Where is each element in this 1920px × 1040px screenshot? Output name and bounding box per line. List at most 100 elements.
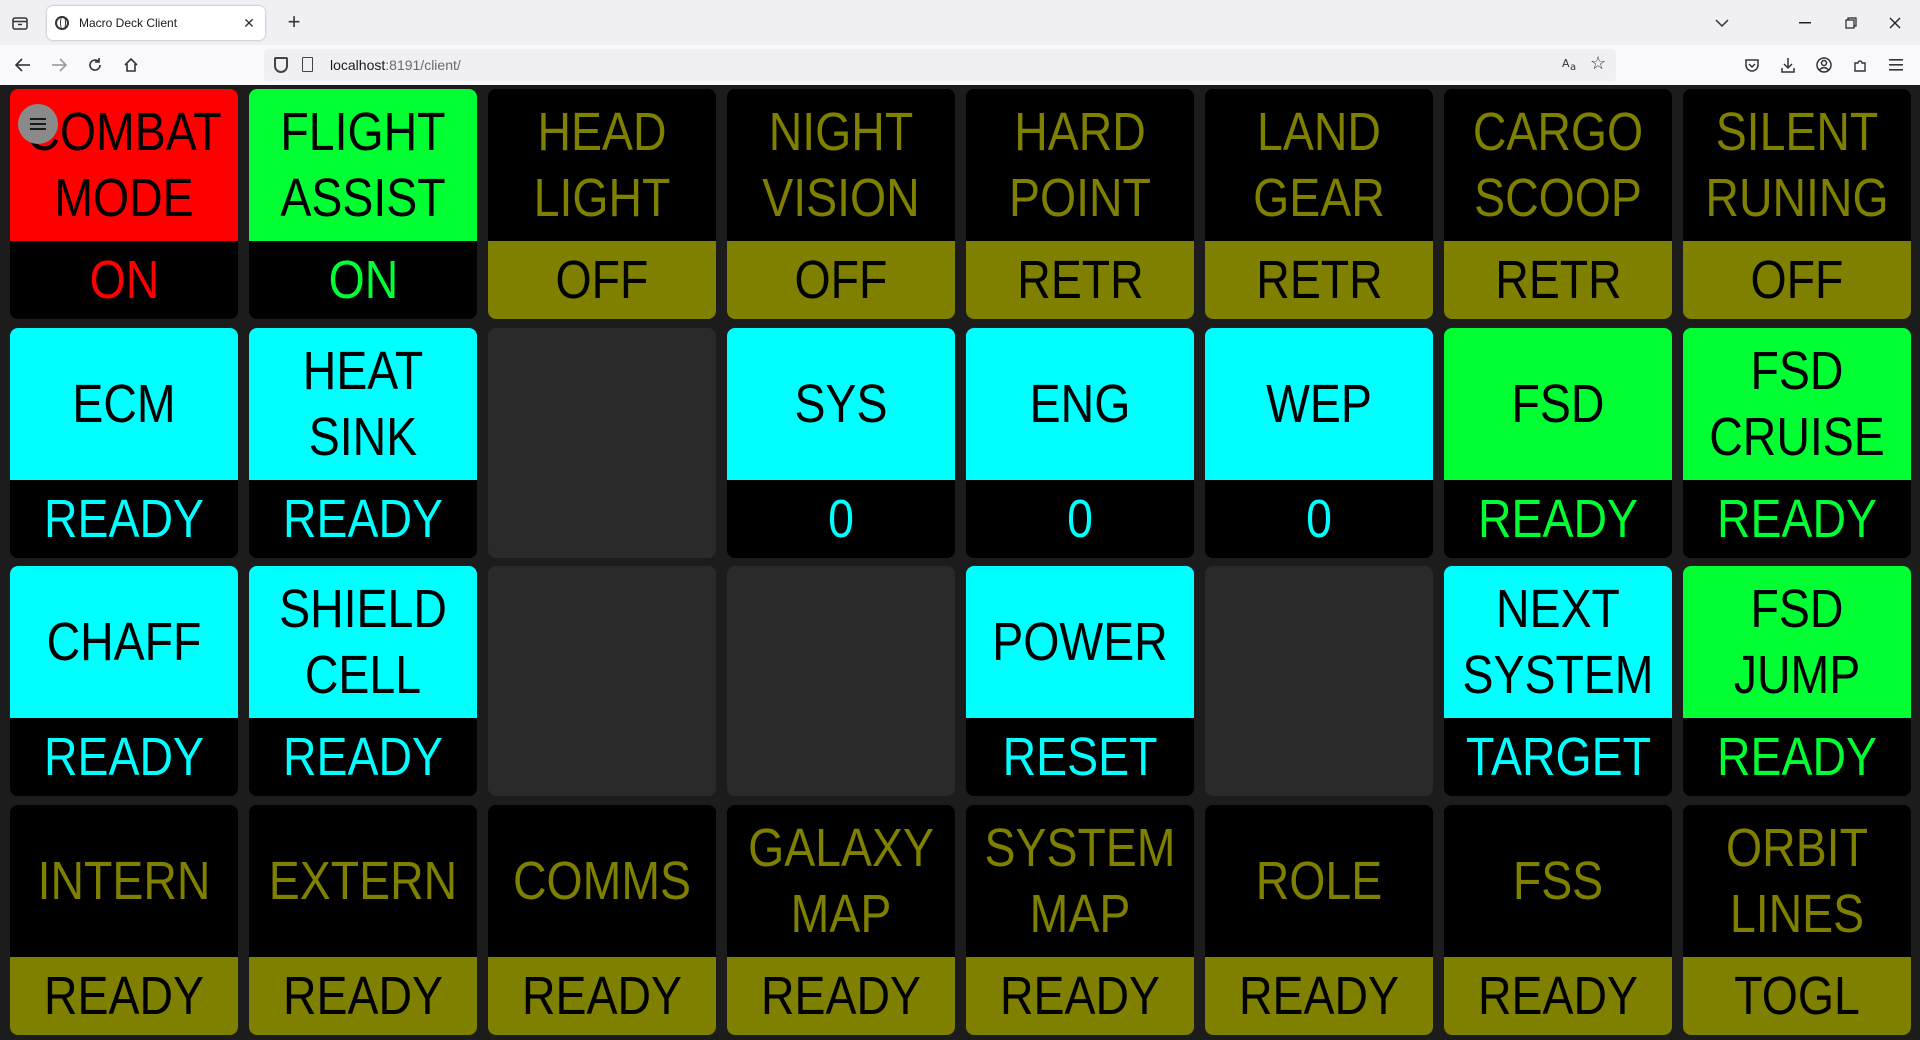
deck-button-label: NEXT SYSTEM bbox=[1459, 566, 1657, 718]
deck-button-status: READY bbox=[1716, 489, 1877, 549]
deck-button-status: RETR bbox=[1255, 250, 1383, 310]
browser-tab[interactable]: Macro Deck Client ✕ bbox=[47, 6, 265, 40]
deck-button-fsd-jump[interactable]: FSD JUMP READY bbox=[1683, 566, 1911, 796]
home-icon[interactable] bbox=[116, 50, 146, 80]
deck-button-status-area: RETR bbox=[1205, 241, 1433, 319]
deck-button-status-area: 0 bbox=[1205, 480, 1433, 558]
empty-deck-slot[interactable] bbox=[1205, 566, 1433, 796]
deck-button-ecm[interactable]: ECM READY bbox=[10, 328, 238, 558]
url-text[interactable]: localhost:8191/client/ bbox=[330, 57, 461, 73]
deck-button-status-area: 0 bbox=[727, 480, 955, 558]
deck-button-status-area: READY bbox=[10, 718, 238, 796]
macro-deck-grid: COMBAT MODE ON FLIGHT ASSIST ON HEAD LIGHT OF… bbox=[0, 85, 1920, 1040]
deck-button-cargo-scoop[interactable]: CARGO SCOOP RETR bbox=[1444, 89, 1672, 319]
deck-button-status-area: READY bbox=[966, 957, 1194, 1035]
deck-button-status: 0 bbox=[1067, 489, 1093, 549]
deck-button-label: FLIGHT ASSIST bbox=[264, 89, 462, 241]
deck-button-label: POWER bbox=[981, 566, 1179, 718]
deck-button-sys[interactable]: SYS 0 bbox=[727, 328, 955, 558]
deck-button-label: ROLE bbox=[1220, 805, 1418, 957]
deck-button-hard-point[interactable]: HARD POINT RETR bbox=[966, 89, 1194, 319]
deck-button-label: NIGHT VISION bbox=[742, 89, 940, 241]
app-menu-icon[interactable] bbox=[1881, 50, 1911, 80]
deck-button-status-area: OFF bbox=[727, 241, 955, 319]
empty-deck-slot[interactable] bbox=[727, 566, 955, 796]
deck-button-label: HEAD LIGHT bbox=[503, 89, 701, 241]
deck-button-next-system[interactable]: NEXT SYSTEM TARGET bbox=[1444, 566, 1672, 796]
chevron-down-icon[interactable] bbox=[1697, 0, 1747, 45]
deck-button-status: 0 bbox=[1306, 489, 1332, 549]
deck-button-shield-cell[interactable]: SHIELD CELL READY bbox=[249, 566, 477, 796]
deck-button-night-vision[interactable]: NIGHT VISION OFF bbox=[727, 89, 955, 319]
svg-text:A: A bbox=[1562, 57, 1570, 70]
deck-button-label: EXTERN bbox=[264, 805, 462, 957]
deck-button-status-area: READY bbox=[727, 957, 955, 1035]
new-tab-button[interactable]: + bbox=[280, 8, 308, 36]
pocket-icon[interactable] bbox=[1737, 50, 1767, 80]
hamburger-menu-button[interactable] bbox=[18, 104, 58, 144]
deck-button-status-area: READY bbox=[10, 957, 238, 1035]
deck-button-status: READY bbox=[282, 966, 443, 1026]
deck-button-label: ORBIT LINES bbox=[1698, 805, 1896, 957]
deck-button-comms[interactable]: COMMS READY bbox=[488, 805, 716, 1035]
forward-icon[interactable] bbox=[44, 50, 74, 80]
restore-icon[interactable] bbox=[1826, 0, 1876, 45]
deck-button-label: FSS bbox=[1459, 805, 1657, 957]
deck-button-land-gear[interactable]: LAND GEAR RETR bbox=[1205, 89, 1433, 319]
deck-button-flight-assist[interactable]: FLIGHT ASSIST ON bbox=[249, 89, 477, 319]
deck-button-status-area: ON bbox=[10, 241, 238, 319]
deck-button-label: FSD CRUISE bbox=[1698, 328, 1896, 480]
deck-button-status: READY bbox=[282, 727, 443, 787]
page-icon[interactable] bbox=[302, 57, 313, 72]
bookmark-star-icon[interactable]: ☆ bbox=[1590, 53, 1606, 74]
svg-text:a: a bbox=[1570, 62, 1576, 71]
deck-button-label: GALAXY MAP bbox=[742, 805, 940, 957]
translate-icon[interactable]: Aa bbox=[1562, 55, 1580, 75]
deck-button-label: ENG bbox=[981, 328, 1179, 480]
deck-button-label: FSD JUMP bbox=[1698, 566, 1896, 718]
deck-button-wep[interactable]: WEP 0 bbox=[1205, 328, 1433, 558]
minimize-icon[interactable] bbox=[1780, 0, 1830, 45]
deck-button-fsd[interactable]: FSD READY bbox=[1444, 328, 1672, 558]
deck-button-status: RETR bbox=[1494, 250, 1622, 310]
deck-button-system-map[interactable]: SYSTEM MAP READY bbox=[966, 805, 1194, 1035]
tab-list-icon[interactable] bbox=[0, 0, 40, 45]
menu-line bbox=[30, 118, 46, 120]
empty-deck-slot[interactable] bbox=[488, 328, 716, 558]
deck-button-eng[interactable]: ENG 0 bbox=[966, 328, 1194, 558]
back-icon[interactable] bbox=[8, 50, 38, 80]
deck-button-status: OFF bbox=[1750, 250, 1844, 310]
deck-button-head-light[interactable]: HEAD LIGHT OFF bbox=[488, 89, 716, 319]
deck-button-power[interactable]: POWER RESET bbox=[966, 566, 1194, 796]
empty-deck-slot[interactable] bbox=[488, 566, 716, 796]
deck-button-status: TOGL bbox=[1734, 966, 1860, 1026]
deck-button-role[interactable]: ROLE READY bbox=[1205, 805, 1433, 1035]
deck-button-label: WEP bbox=[1220, 328, 1418, 480]
address-bar[interactable]: localhost:8191/client/ Aa ☆ bbox=[264, 49, 1616, 81]
deck-button-heat-sink[interactable]: HEAT SINK READY bbox=[249, 328, 477, 558]
account-icon[interactable] bbox=[1809, 50, 1839, 80]
close-window-icon[interactable] bbox=[1870, 0, 1920, 45]
download-icon[interactable] bbox=[1773, 50, 1803, 80]
deck-button-fsd-cruise[interactable]: FSD CRUISE READY bbox=[1683, 328, 1911, 558]
reload-icon[interactable] bbox=[80, 50, 110, 80]
deck-button-label: SILENT RUNING bbox=[1698, 89, 1896, 241]
deck-button-galaxy-map[interactable]: GALAXY MAP READY bbox=[727, 805, 955, 1035]
globe-icon bbox=[55, 16, 69, 30]
deck-button-fss[interactable]: FSS READY bbox=[1444, 805, 1672, 1035]
deck-button-silent-runing[interactable]: SILENT RUNING OFF bbox=[1683, 89, 1911, 319]
deck-button-status: RETR bbox=[1016, 250, 1144, 310]
close-tab-icon[interactable]: ✕ bbox=[241, 15, 257, 32]
deck-button-status: READY bbox=[43, 727, 204, 787]
deck-button-orbit-lines[interactable]: ORBIT LINES TOGL bbox=[1683, 805, 1911, 1035]
deck-button-status-area: 0 bbox=[966, 480, 1194, 558]
shield-icon[interactable] bbox=[274, 57, 288, 73]
deck-button-extern[interactable]: EXTERN READY bbox=[249, 805, 477, 1035]
deck-button-status: READY bbox=[1238, 966, 1399, 1026]
deck-button-intern[interactable]: INTERN READY bbox=[10, 805, 238, 1035]
deck-button-chaff[interactable]: CHAFF READY bbox=[10, 566, 238, 796]
deck-button-status: OFF bbox=[794, 250, 888, 310]
deck-button-status-area: READY bbox=[249, 957, 477, 1035]
deck-button-status-area: READY bbox=[1444, 957, 1672, 1035]
extensions-icon[interactable] bbox=[1845, 50, 1875, 80]
